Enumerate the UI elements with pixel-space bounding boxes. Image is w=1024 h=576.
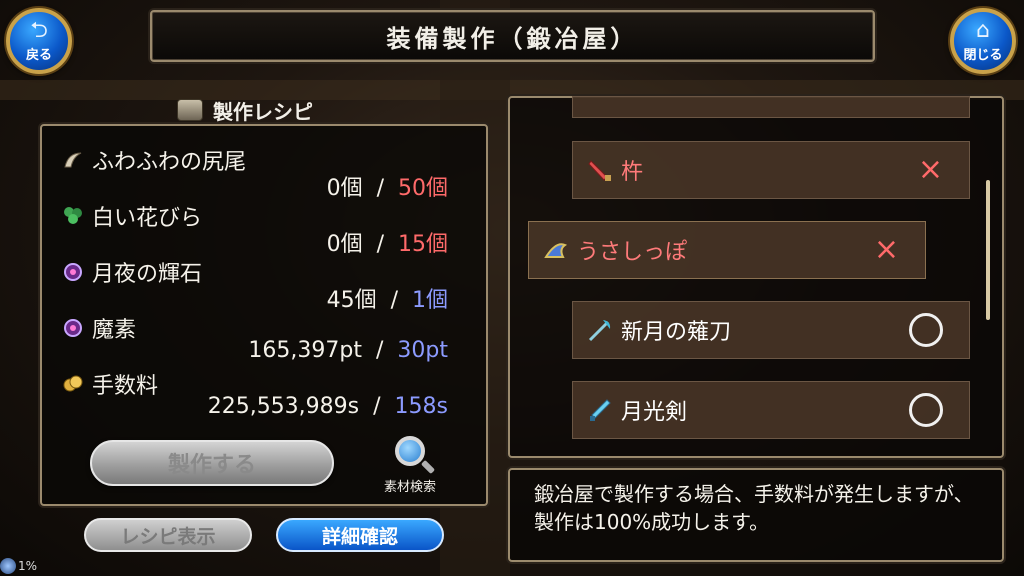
home-icon: ⌂ bbox=[976, 17, 990, 43]
recipe-row-partial[interactable] bbox=[572, 96, 970, 118]
material-quantity: 0個 / 15個 bbox=[326, 232, 448, 257]
unavailable-mark: × bbox=[873, 232, 899, 267]
material-quantity: 45個 / 1個 bbox=[326, 288, 448, 313]
material-name: 白い花びら bbox=[62, 200, 202, 232]
description-text: 鍛冶屋で製作する場合、手数料が発生しますが、製作は100%成功します。 bbox=[534, 482, 974, 534]
recipe-row[interactable]: 月光剣 bbox=[572, 381, 970, 439]
scrollbar[interactable] bbox=[986, 180, 990, 320]
material-name: 手数料 bbox=[62, 368, 158, 400]
material-name: 魔素 bbox=[62, 312, 136, 344]
hat-icon bbox=[544, 243, 568, 258]
magnifier-icon bbox=[395, 436, 425, 466]
recipe-book-icon bbox=[177, 99, 203, 121]
orb-icon bbox=[64, 263, 82, 281]
material-name: 月夜の輝石 bbox=[62, 256, 202, 288]
material-quantity: 225,553,989s / 158s bbox=[207, 394, 448, 419]
material-search-label: 素材検索 bbox=[383, 480, 436, 495]
back-label: 戻る bbox=[25, 47, 52, 63]
weapon-icon bbox=[588, 160, 611, 181]
material-search-button[interactable]: 素材検索 bbox=[370, 436, 450, 498]
tail-icon bbox=[64, 152, 82, 168]
craft-button[interactable]: 製作する bbox=[90, 440, 334, 486]
available-mark bbox=[909, 313, 943, 347]
description-box: 鍛冶屋で製作する場合、手数料が発生しますが、製作は100%成功します。 bbox=[508, 468, 1004, 562]
loading-indicator: 1% bbox=[0, 556, 60, 576]
back-arrow-icon: ⮌ bbox=[30, 17, 48, 43]
unavailable-mark: × bbox=[917, 152, 943, 187]
coins-icon bbox=[63, 375, 83, 392]
material-quantity: 0個 / 50個 bbox=[326, 176, 448, 201]
recipe-row-selected[interactable]: うさしっぽ × bbox=[528, 221, 926, 279]
recipe-panel-title: 製作レシピ bbox=[213, 99, 313, 124]
glaive-icon bbox=[588, 320, 611, 342]
available-mark bbox=[909, 393, 943, 427]
sword-icon bbox=[590, 399, 611, 421]
back-button[interactable]: ⮌ 戻る bbox=[6, 8, 72, 74]
loading-icon bbox=[0, 558, 16, 574]
close-label: 閉じる bbox=[963, 47, 1003, 63]
leaf-icon bbox=[64, 207, 82, 224]
recipe-panel-header: 製作レシピ bbox=[130, 94, 360, 126]
title-bar: 装備製作（鍛冶屋） bbox=[150, 10, 875, 62]
recipe-row[interactable]: 新月の薙刀 bbox=[572, 301, 970, 359]
progress-text: 1% bbox=[18, 559, 38, 573]
material-quantity: 165,397pt / 30pt bbox=[248, 338, 448, 363]
recipe-row[interactable]: 杵 × bbox=[572, 141, 970, 199]
orb-icon bbox=[64, 319, 82, 337]
material-name: ふわふわの尻尾 bbox=[62, 144, 246, 176]
detail-button[interactable]: 詳細確認 bbox=[276, 518, 444, 552]
page-title: 装備製作（鍛冶屋） bbox=[386, 24, 639, 53]
recipe-view-button[interactable]: レシピ表示 bbox=[84, 518, 252, 552]
close-button[interactable]: ⌂ 閉じる bbox=[950, 8, 1016, 74]
